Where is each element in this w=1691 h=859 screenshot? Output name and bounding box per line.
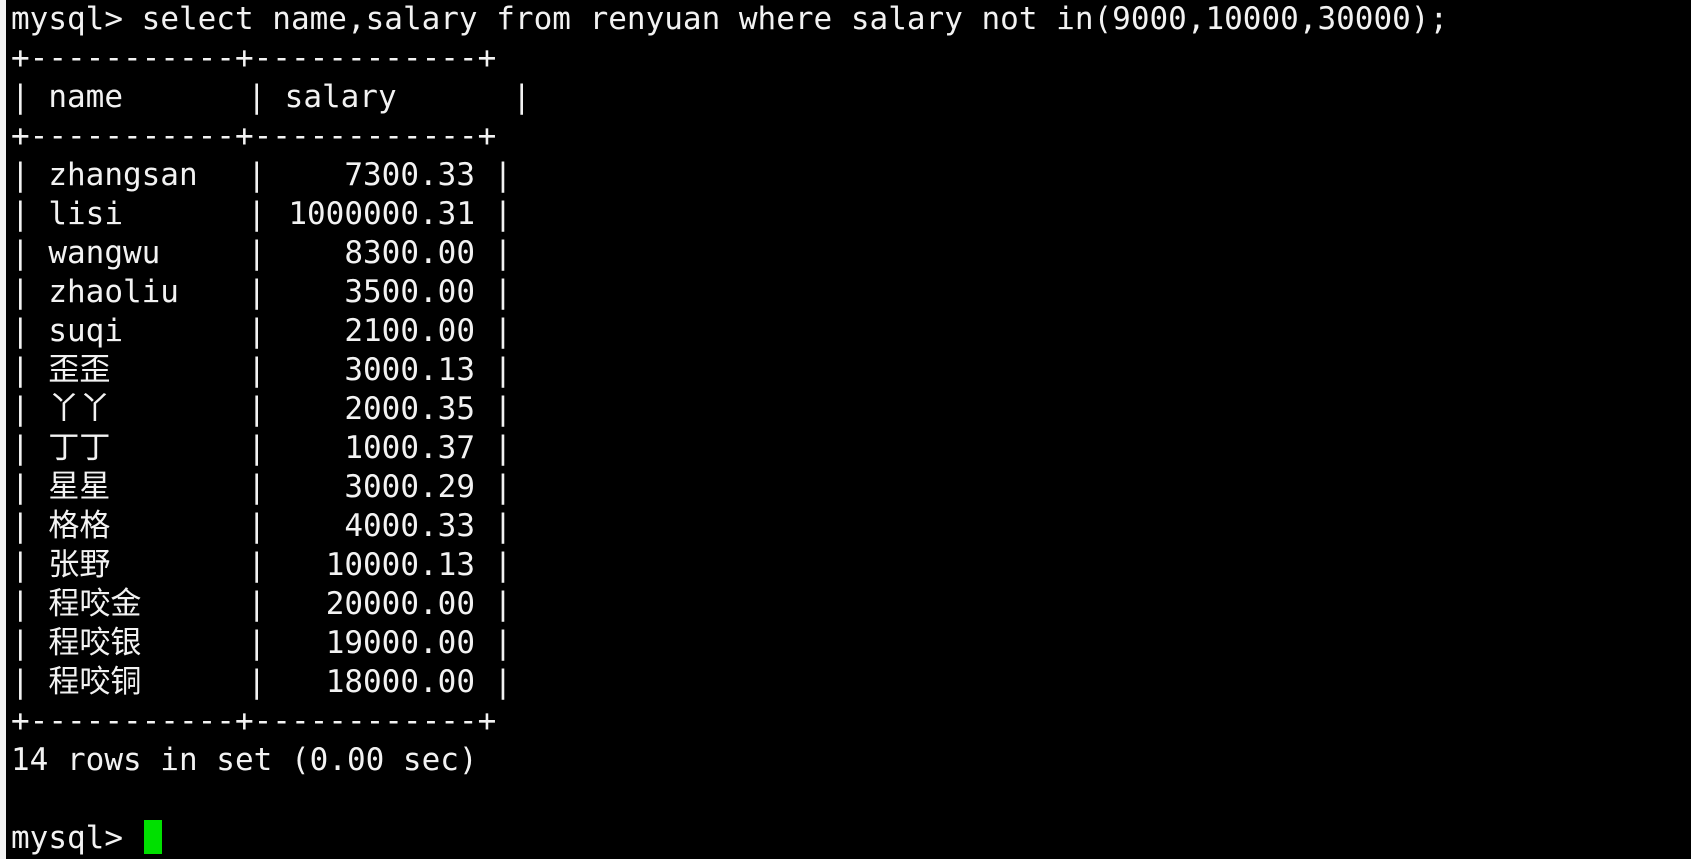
cell-name: 张野 bbox=[48, 547, 111, 583]
cell-salary: 2000.35 bbox=[344, 391, 475, 427]
table-row: | 星星 | 3000.29 | bbox=[11, 469, 513, 505]
cell-salary: 7300.33 bbox=[344, 157, 475, 193]
terminal-window[interactable]: mysql> select name,salary from renyuan w… bbox=[6, 0, 1691, 859]
cell-name: zhaoliu bbox=[48, 274, 179, 310]
app-window: mysql> select name,salary from renyuan w… bbox=[0, 0, 1691, 859]
result-summary: 14 rows in set (0.00 sec) bbox=[11, 742, 478, 778]
prompt: mysql> bbox=[11, 820, 142, 856]
table-row: | 张野 | 10000.13 | bbox=[11, 547, 513, 583]
table-row: | 丁丁 | 1000.37 | bbox=[11, 430, 513, 466]
cell-name: zhangsan bbox=[48, 157, 198, 193]
table-row: | zhaoliu | 3500.00 | bbox=[11, 274, 513, 310]
table-row: | 程咬铜 | 18000.00 | bbox=[11, 664, 513, 700]
table-row: | lisi | 1000000.31 | bbox=[11, 196, 513, 232]
cell-name: 格格 bbox=[48, 508, 111, 544]
table-header-row: | name | salary | bbox=[11, 79, 531, 115]
table-body: | zhangsan | 7300.33 | | lisi | 1000000.31 | |… bbox=[11, 156, 1691, 702]
cell-name: lisi bbox=[48, 196, 123, 232]
sql-command: select name,salary from renyuan where sa… bbox=[141, 1, 1449, 37]
cell-salary: 19000.00 bbox=[325, 625, 475, 661]
cell-name: 程咬银 bbox=[48, 625, 142, 661]
prompt: mysql> bbox=[11, 1, 142, 37]
cell-salary: 4000.33 bbox=[344, 508, 475, 544]
cell-salary: 18000.00 bbox=[325, 664, 475, 700]
cell-salary: 1000000.31 bbox=[288, 196, 475, 232]
table-border-top: +-----------+------------+ bbox=[11, 40, 497, 76]
cell-salary: 3500.00 bbox=[344, 274, 475, 310]
cell-name: 程咬铜 bbox=[48, 664, 142, 700]
column-header-salary: salary bbox=[284, 79, 397, 115]
table-border-header: +-----------+------------+ bbox=[11, 118, 497, 154]
table-row: | 歪歪 | 3000.13 | bbox=[11, 352, 513, 388]
table-row: | zhangsan | 7300.33 | bbox=[11, 157, 513, 193]
terminal-output: mysql> select name,salary from renyuan w… bbox=[11, 0, 1691, 858]
table-row: | suqi | 2100.00 | bbox=[11, 313, 513, 349]
cell-name: 丁丁 bbox=[48, 430, 111, 466]
table-row: | 程咬金 | 20000.00 | bbox=[11, 586, 513, 622]
cell-name: wangwu bbox=[48, 235, 161, 271]
cell-name: 星星 bbox=[48, 469, 111, 505]
table-row: | 丫丫 | 2000.35 | bbox=[11, 391, 513, 427]
cell-name: suqi bbox=[48, 313, 123, 349]
cell-salary: 3000.13 bbox=[344, 352, 475, 388]
table-row: | wangwu | 8300.00 | bbox=[11, 235, 513, 271]
input-line[interactable]: mysql> bbox=[11, 819, 1691, 858]
cell-salary: 2100.00 bbox=[344, 313, 475, 349]
cell-salary: 10000.13 bbox=[325, 547, 475, 583]
cell-salary: 8300.00 bbox=[344, 235, 475, 271]
cell-salary: 3000.29 bbox=[344, 469, 475, 505]
command-line: mysql> select name,salary from renyuan w… bbox=[11, 0, 1691, 39]
cell-salary: 1000.37 bbox=[344, 430, 475, 466]
column-header-name: name bbox=[48, 79, 123, 115]
cell-name: 程咬金 bbox=[48, 586, 142, 622]
cell-name: 歪歪 bbox=[48, 352, 111, 388]
table-row: | 格格 | 4000.33 | bbox=[11, 508, 513, 544]
cell-name: 丫丫 bbox=[48, 391, 111, 427]
cell-salary: 20000.00 bbox=[325, 586, 475, 622]
table-row: | 程咬银 | 19000.00 | bbox=[11, 625, 513, 661]
table-border-bottom: +-----------+------------+ bbox=[11, 703, 497, 739]
text-cursor bbox=[143, 820, 162, 854]
